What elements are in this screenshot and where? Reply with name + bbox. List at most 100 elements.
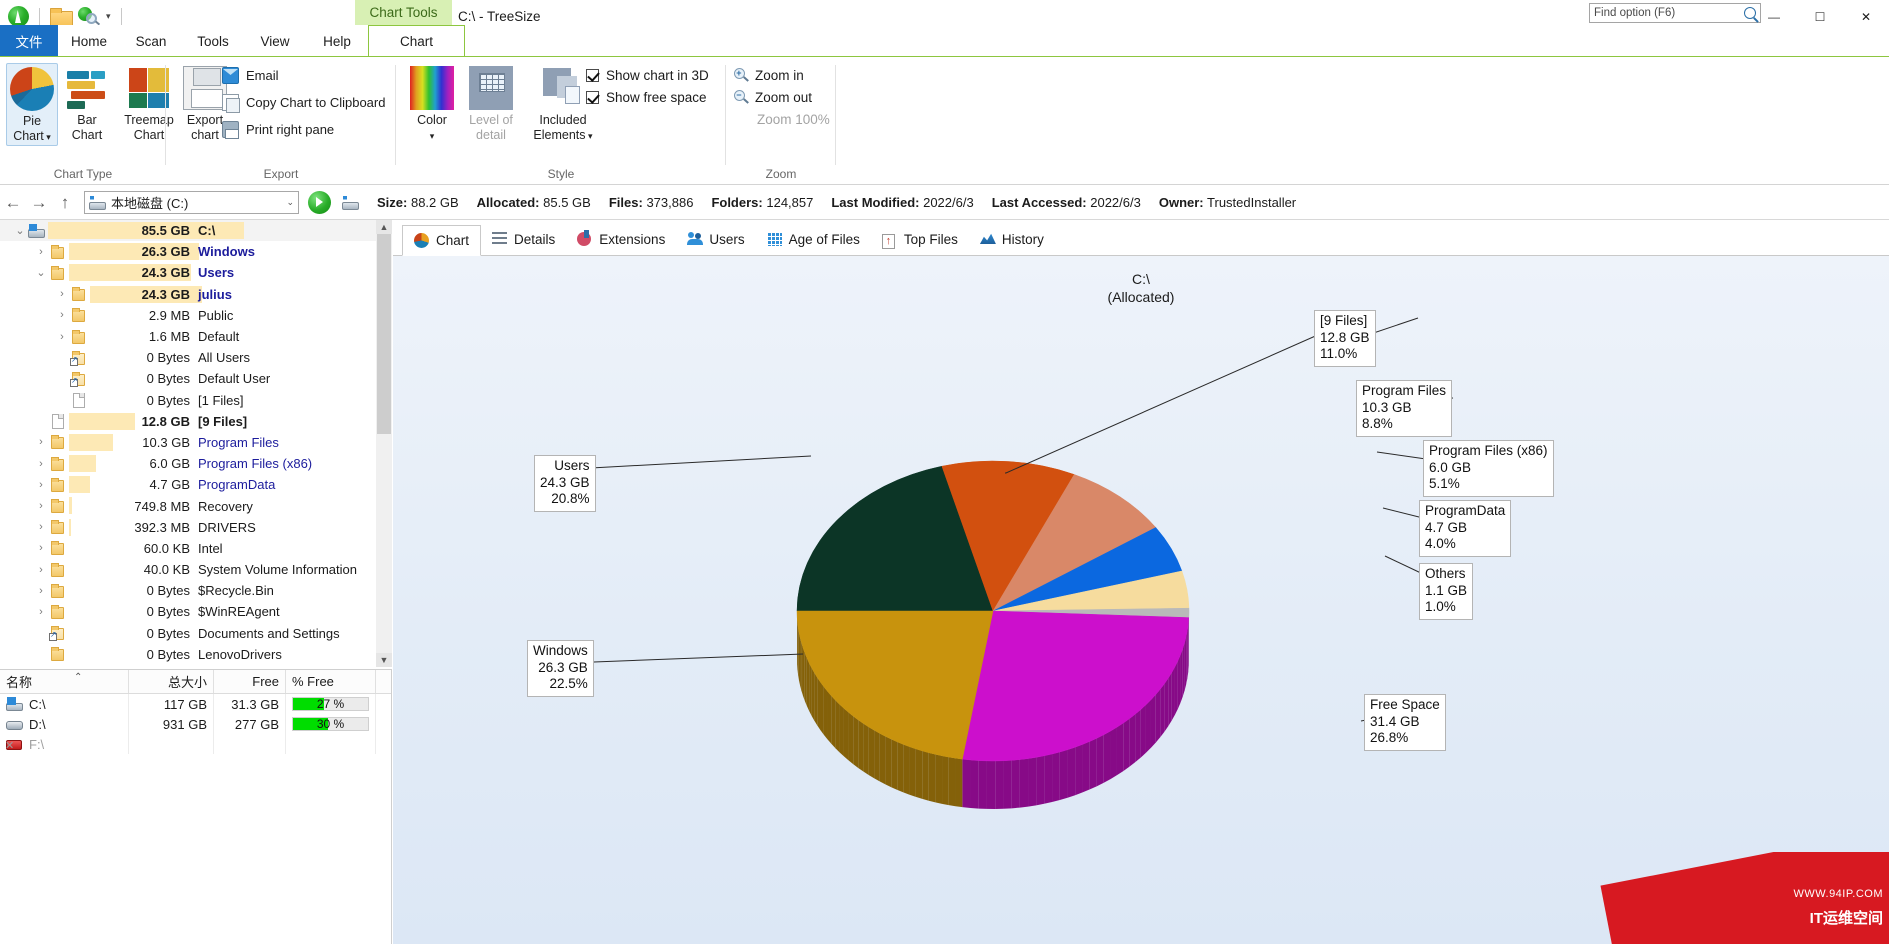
chevron-down-icon[interactable]: ⌄ [286,197,294,208]
drive-table-row[interactable]: D:\ 931 GB 277 GB 30 % [0,714,391,734]
tree-row[interactable]: › 60.0 KB Intel [0,538,391,559]
drive-name-text: F:\ [29,736,45,752]
drive-table-row[interactable]: ✕ F:\ [0,734,391,754]
view-tab-chart[interactable]: Chart [402,225,482,256]
ribbon-tab-home[interactable]: Home [58,25,120,57]
pie-chart-canvas[interactable]: C:\ (Allocated) Users 24.3 GB 20.8% Wind… [393,256,1889,944]
view-tab-users[interactable]: Users [676,224,755,255]
copy-chart-to-clipboard-button[interactable]: Copy Chart to Clipboard [222,94,385,113]
tree-row[interactable]: › 749.8 MB Recovery [0,495,391,516]
view-tab-extensions[interactable]: Extensions [566,224,676,255]
pie-label-others-pct: 1.0% [1425,599,1456,614]
tree-row[interactable]: › 24.3 GB julius [0,284,391,305]
show-free-space-checkbox[interactable]: Show free space [586,90,707,105]
tree-row[interactable]: 0 Bytes Default User [0,368,391,389]
find-option-input[interactable]: Find option (F6) [1589,3,1761,23]
ribbon-tab-file[interactable]: 文件 [0,25,58,57]
tree-row[interactable]: 0 Bytes [1 Files] [0,390,391,411]
tree-row[interactable]: 0 Bytes All Users [0,347,391,368]
ribbon-tab-help[interactable]: Help [306,25,368,57]
show-chart-in-3d-checkbox[interactable]: Show chart in 3D [586,68,709,83]
view-tab-age-of-files[interactable]: Age of Files [756,224,871,255]
drive-pct-free-cell [286,734,376,754]
tree-row-size: 26.3 GB [141,244,190,260]
checkbox-box [586,91,599,104]
path-combobox[interactable]: 本地磁盘 (C:) ⌄ [84,191,299,214]
tree-row-name: [9 Files] [198,413,248,429]
zoom-in-button[interactable]: + Zoom in [734,68,804,83]
open-folder-icon[interactable] [50,8,73,27]
show-chart-in-3d-label: Show chart in 3D [606,68,709,83]
pie-chart-button[interactable]: Pie Chart ▾ [6,63,58,146]
drive-name-cell: D:\ [0,714,129,734]
col-header-name[interactable]: 名称 ⌃ [0,670,129,693]
tree-row[interactable]: › 40.0 KB System Volume Information [0,559,391,580]
tree-row[interactable]: › 2.9 MB Public [0,305,391,326]
tree-row[interactable]: › 392.3 MB DRIVERS [0,517,391,538]
forward-button[interactable]: → [26,188,52,218]
pie-label-programdata: ProgramData 4.7 GB 4.0% [1419,500,1512,557]
tree-row[interactable]: ⌄ 85.5 GB C:\ [0,220,391,242]
ribbon-tab-chart[interactable]: Chart [368,25,465,57]
tree-row[interactable]: › 4.7 GB ProgramData [0,474,391,495]
ribbon-group-chart-type: Pie Chart ▾ Bar Chart Treemap Chart Char… [0,57,174,185]
level-of-detail-button[interactable]: Level of detail [458,63,524,143]
zoom-out-label: Zoom out [755,90,813,105]
scan-icon[interactable] [78,7,101,26]
email-button[interactable]: Email [222,67,279,84]
view-tab-details[interactable]: Details [481,224,566,255]
percent-free-bar: 27 % [292,697,369,711]
pie-label-free-space-size: 31.4 GB [1370,713,1420,729]
tree-row-size: 0 Bytes [146,625,190,641]
percent-free-bar: 30 % [292,717,369,731]
scroll-thumb[interactable] [377,234,391,434]
drive-table-row[interactable]: C:\ 117 GB 31.3 GB 27 % [0,694,391,714]
pie-label-users: Users 24.3 GB 20.8% [534,455,596,512]
zoom-out-button[interactable]: − Zoom out [734,90,812,105]
tree-row[interactable]: 0 BytesPerfLogs [0,665,391,667]
tree-row[interactable]: › 26.3 GB Windows [0,241,391,262]
pie-label-windows-pct: 22.5% [549,676,588,691]
tree-row-name: Windows [198,244,255,260]
up-button[interactable]: ↑ [52,188,78,218]
tree-row[interactable]: 0 Bytes LenovoDrivers [0,644,391,665]
view-tab-label: Chart [436,233,470,248]
info-last-accessed-value: 2022/6/3 [1090,195,1141,210]
divider [120,8,122,25]
tree-row[interactable]: 0 Bytes Documents and Settings [0,623,391,644]
directory-tree[interactable]: ⌄ 85.5 GB C:\ › 26.3 GB Windows ⌄ 24.3 GB Users ›… [0,220,392,667]
ribbon-tab-scan[interactable]: Scan [120,25,182,57]
tree-row[interactable]: 12.8 GB [9 Files] [0,411,391,432]
scroll-down-arrow[interactable]: ▼ [376,653,392,667]
ribbon-tab-tools[interactable]: Tools [182,25,244,57]
col-header-pct-free[interactable]: % Free [286,670,376,693]
scroll-up-arrow[interactable]: ▲ [376,220,392,234]
tree-row[interactable]: › 6.0 GB Program Files (x86) [0,453,391,474]
scan-go-button[interactable] [308,191,331,214]
tree-row[interactable]: › 0 Bytes $WinREAgent [0,601,391,622]
chevron-down-icon[interactable]: ▾ [106,11,111,22]
tree-row[interactable]: › 0 Bytes $Recycle.Bin [0,580,391,601]
col-header-free[interactable]: Free [214,670,286,693]
back-button[interactable]: ← [0,188,26,218]
info-last-modified-label: Last Modified: [831,195,920,210]
ribbon-tab-view[interactable]: View [244,25,306,57]
info-last-modified: Last Modified: 2022/6/3 [831,195,973,210]
view-tab-top-files[interactable]: ↑ Top Files [871,224,969,255]
tree-row[interactable]: › 1.6 MB Default [0,326,391,347]
color-button[interactable]: Color ▾ [406,63,458,144]
tree-row[interactable]: ⌄ 24.3 GB Users [0,262,391,283]
tree-row[interactable]: › 10.3 GB Program Files [0,432,391,453]
zoom-100-button[interactable]: Zoom 100% [734,112,830,127]
pie-label-windows: Windows 26.3 GB 22.5% [527,640,594,697]
print-right-pane-button[interactable]: Print right pane [222,121,334,139]
tree-row-size: 392.3 MB [134,519,190,535]
tree-scrollbar[interactable]: ▲ ▼ [376,220,392,667]
chart-tools-contextual-label: Chart Tools [355,0,452,25]
pie-label-9-files-pct: 11.0% [1320,346,1358,361]
tree-row-name: Program Files (x86) [198,456,313,472]
percent-free-label: 30 % [316,717,345,731]
view-tab-history[interactable]: History [969,224,1055,255]
col-header-total-size[interactable]: 总大小 [129,670,214,693]
bar-chart-button[interactable]: Bar Chart [62,63,112,143]
